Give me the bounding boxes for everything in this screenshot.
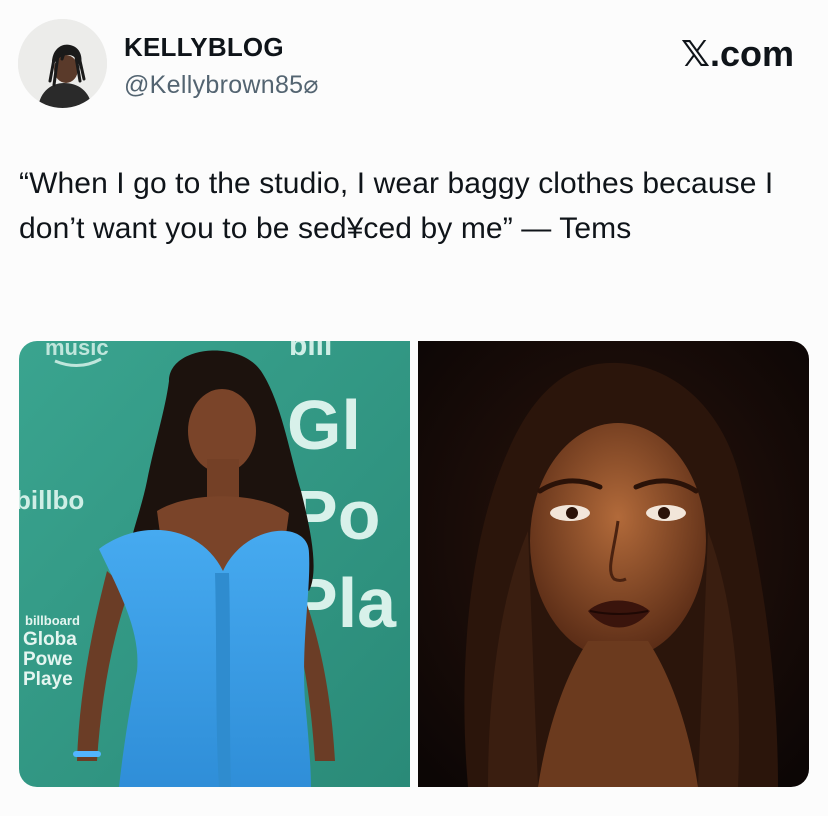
- media-photo-left[interactable]: music bill billbo Gl Po Pla billboard Gl…: [19, 341, 410, 787]
- backdrop-billboard-top: bill: [289, 341, 332, 362]
- author-avatar[interactable]: [18, 19, 107, 108]
- backdrop-billboard-side: billbo: [19, 485, 84, 515]
- backdrop-music-text: music: [45, 341, 109, 360]
- media-photo-right[interactable]: [418, 341, 809, 787]
- backdrop-small-line3: Playe: [23, 669, 73, 690]
- backdrop-small-line1: Globa: [23, 629, 77, 650]
- x-brand-label: 𝕏.com: [680, 33, 794, 74]
- backdrop-global-line1: Gl: [287, 386, 361, 464]
- backdrop-small-brand: billboard: [25, 613, 80, 628]
- red-carpet-photo: music bill billbo Gl Po Pla billboard Gl…: [19, 341, 410, 787]
- backdrop-small-line2: Powe: [23, 649, 73, 670]
- author-handle[interactable]: @Kellybrown85⌀: [124, 71, 319, 99]
- portrait-photo: [418, 341, 809, 787]
- author-display-name[interactable]: KELLYBLOG: [124, 33, 284, 61]
- avatar-image: [18, 19, 107, 108]
- tweet-text: “When I go to the studio, I wear baggy c…: [19, 167, 774, 245]
